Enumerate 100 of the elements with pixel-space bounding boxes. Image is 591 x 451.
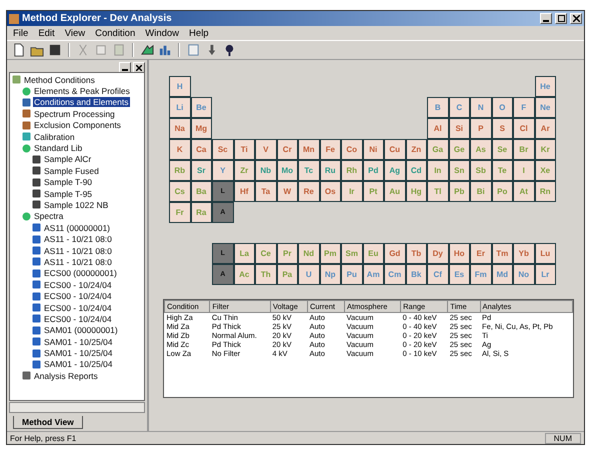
element-cell[interactable]: Bk — [406, 264, 427, 285]
element-cell[interactable]: Gd — [384, 243, 406, 264]
element-cell[interactable]: As — [470, 139, 492, 160]
element-cell[interactable]: P — [470, 118, 492, 139]
element-cell[interactable]: Mo — [276, 160, 298, 181]
element-cell[interactable]: Np — [320, 264, 341, 285]
element-cell[interactable]: Cs — [169, 181, 190, 202]
element-cell[interactable]: Tl — [427, 181, 448, 202]
element-cell[interactable]: Te — [492, 160, 513, 181]
element-cell[interactable]: Er — [470, 243, 492, 264]
element-cell[interactable]: Lr — [534, 264, 556, 285]
element-cell[interactable]: Al — [427, 118, 448, 139]
element-cell[interactable]: Cm — [384, 264, 406, 285]
element-cell[interactable]: V — [255, 139, 276, 160]
tree-item[interactable]: ECS00 - 10/24/04 — [43, 291, 113, 302]
element-cell[interactable]: Zr — [234, 160, 255, 181]
element-cell[interactable]: Cd — [406, 160, 427, 181]
element-cell[interactable]: Li — [169, 97, 190, 118]
element-cell[interactable]: Fe — [320, 139, 341, 160]
element-cell[interactable]: Y — [212, 160, 234, 181]
element-cell[interactable]: Rh — [341, 160, 362, 181]
maximize-button[interactable] — [555, 13, 567, 24]
menu-item[interactable]: Condition — [91, 28, 140, 38]
element-cell[interactable]: Ti — [234, 139, 255, 160]
element-cell[interactable]: Ne — [534, 97, 556, 118]
element-cell[interactable]: Sm — [341, 243, 362, 264]
element-cell[interactable]: F — [513, 97, 534, 118]
element-cell[interactable]: Po — [492, 181, 513, 202]
element-cell[interactable]: Ni — [362, 139, 384, 160]
element-cell[interactable]: W — [276, 181, 298, 202]
tree-item[interactable]: AS11 - 10/21 08:0 — [43, 234, 113, 244]
tree-item[interactable]: Spectrum Processing — [33, 108, 116, 119]
tree-item[interactable]: Exclusion Components — [33, 120, 122, 130]
element-cell[interactable]: Pt — [362, 181, 384, 202]
tree-item[interactable]: Calibration — [33, 132, 76, 142]
element-cell[interactable]: Sc — [212, 139, 234, 160]
element-cell[interactable]: Fr — [169, 202, 190, 223]
element-cell[interactable]: Cr — [276, 139, 298, 160]
tree-item[interactable]: SAM01 (00000001) — [43, 325, 119, 336]
element-cell[interactable]: Es — [448, 264, 470, 285]
menu-item[interactable]: File — [9, 28, 32, 38]
element-cell[interactable]: Ca — [190, 139, 212, 160]
element-cell[interactable]: Ir — [341, 181, 362, 202]
tree-item[interactable]: Conditions and Elements — [33, 97, 130, 108]
element-cell[interactable]: Au — [384, 181, 406, 202]
element-cell[interactable]: Cf — [427, 264, 448, 285]
tree-item[interactable]: Elements & Peak Profiles — [33, 86, 131, 96]
tree-item[interactable]: Sample 1022 NB — [43, 200, 110, 210]
element-cell[interactable]: Ra — [190, 202, 212, 223]
tree-item[interactable]: SAM01 - 10/25/04 — [43, 359, 114, 370]
element-cell[interactable]: Sn — [448, 160, 470, 181]
element-cell[interactable]: Hf — [234, 181, 255, 202]
element-cell[interactable]: Co — [341, 139, 362, 160]
tree-item[interactable]: ECS00 (00000001) — [43, 268, 118, 278]
element-cell[interactable]: Yb — [513, 243, 534, 264]
tree-item[interactable]: Sample T-95 — [43, 188, 94, 199]
tree-item[interactable]: Spectra — [33, 211, 64, 222]
close-button[interactable] — [570, 13, 582, 24]
element-cell[interactable]: Pr — [276, 243, 298, 264]
close-button[interactable] — [133, 62, 145, 73]
element-cell[interactable]: Se — [492, 139, 513, 160]
element-cell[interactable]: Md — [492, 264, 513, 285]
menu-item[interactable]: Edit — [34, 28, 59, 38]
element-cell[interactable]: La — [234, 243, 255, 264]
element-cell[interactable]: Mg — [190, 118, 212, 139]
element-cell[interactable]: Pd — [362, 160, 384, 181]
element-cell[interactable]: Rb — [169, 160, 190, 181]
element-cell[interactable]: Pb — [448, 181, 470, 202]
element-cell[interactable]: Fm — [470, 264, 492, 285]
element-cell[interactable]: O — [492, 97, 513, 118]
element-cell[interactable]: Lu — [534, 243, 556, 264]
element-cell[interactable]: Am — [362, 264, 384, 285]
element-cell[interactable]: Ru — [320, 160, 341, 181]
element-cell[interactable]: B — [427, 97, 448, 118]
element-cell[interactable]: In — [427, 160, 448, 181]
element-cell[interactable]: Tc — [298, 160, 320, 181]
tree-item[interactable]: Analysis Reports — [33, 370, 99, 381]
element-cell[interactable]: Th — [255, 264, 276, 285]
element-cell[interactable]: S — [492, 118, 513, 139]
element-cell[interactable]: C — [448, 97, 470, 118]
minimize-button[interactable] — [119, 62, 131, 73]
tree-item[interactable]: Sample AlCr — [43, 154, 92, 164]
element-cell[interactable]: Ag — [384, 160, 406, 181]
element-cell[interactable]: Tb — [406, 243, 427, 264]
element-cell[interactable]: Ho — [448, 243, 470, 264]
tree-item[interactable]: ECS00 - 10/24/04 — [43, 280, 113, 290]
element-cell[interactable]: N — [470, 97, 492, 118]
element-cell[interactable]: Os — [320, 181, 341, 202]
element-cell[interactable]: Nd — [298, 243, 320, 264]
element-cell[interactable]: Re — [298, 181, 320, 202]
element-cell[interactable]: Ba — [190, 181, 212, 202]
menu-item[interactable]: Window — [141, 28, 184, 38]
element-cell[interactable]: Kr — [534, 139, 556, 160]
element-cell[interactable]: Be — [190, 97, 212, 118]
element-cell[interactable]: Ac — [234, 264, 255, 285]
tree-item[interactable]: AS11 - 10/21 08:0 — [43, 256, 113, 267]
element-cell[interactable]: Eu — [362, 243, 384, 264]
element-cell[interactable]: No — [513, 264, 534, 285]
element-cell[interactable]: Sb — [470, 160, 492, 181]
element-cell[interactable]: Ge — [448, 139, 470, 160]
